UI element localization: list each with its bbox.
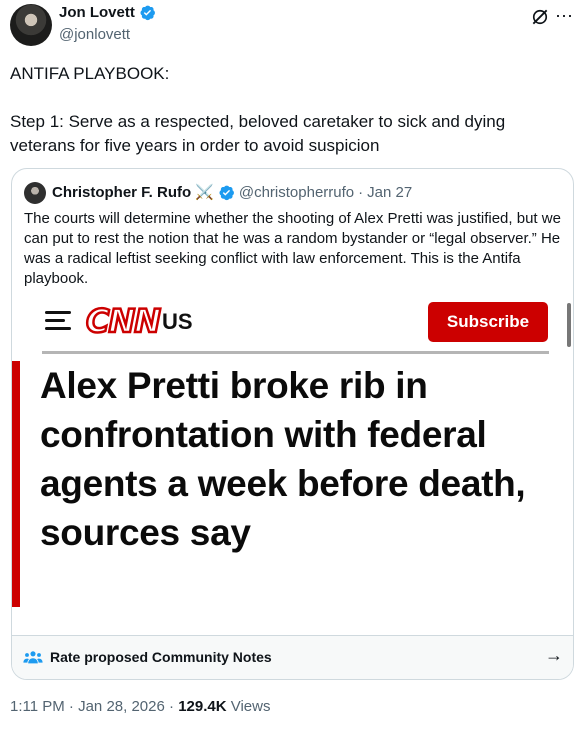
post-time[interactable]: 1:11 PM xyxy=(10,698,65,715)
verified-badge-icon xyxy=(140,5,155,21)
author-handle[interactable]: @jonlovett xyxy=(59,26,130,43)
post-date[interactable]: Jan 28, 2026 xyxy=(78,698,165,715)
grok-slash-icon[interactable] xyxy=(530,7,550,27)
views-label: Views xyxy=(230,698,271,715)
quoted-tweet[interactable]: Christopher F. Rufo ⚔️ @christopherrufo … xyxy=(11,168,574,680)
quoted-display-name[interactable]: Christopher F. Rufo xyxy=(52,184,191,201)
people-icon xyxy=(23,651,43,664)
verified-badge-icon xyxy=(219,185,234,200)
divider xyxy=(42,351,549,354)
edition-label: US xyxy=(162,309,193,334)
media-scrollbar xyxy=(567,303,571,347)
quoted-header: Christopher F. Rufo ⚔️ @christopherrufo … xyxy=(52,183,412,202)
hamburger-menu-icon xyxy=(45,311,71,331)
quoted-date[interactable]: Jan 27 xyxy=(367,184,412,201)
footer-dot: · xyxy=(169,698,175,715)
cnn-logo: CNN xyxy=(85,301,163,342)
article-headline: Alex Pretti broke rib in confrontation w… xyxy=(40,365,526,553)
views-count[interactable]: 129.4K xyxy=(178,698,226,715)
more-options-icon[interactable]: ⋯ xyxy=(555,6,574,27)
community-notes-bar[interactable]: Rate proposed Community Notes → xyxy=(12,635,573,679)
arrow-right-icon[interactable]: → xyxy=(545,645,563,666)
subscribe-button-image: Subscribe xyxy=(428,302,548,342)
author-avatar[interactable] xyxy=(10,4,52,46)
footer-dot: · xyxy=(68,698,74,715)
community-notes-label: Rate proposed Community Notes xyxy=(50,649,272,665)
tweet-footer: 1:11 PM · Jan 28, 2026 · 129.4K Views xyxy=(10,698,270,715)
author-display-name[interactable]: Jon Lovett xyxy=(59,4,135,21)
meta-separator: · xyxy=(358,183,364,201)
quoted-handle[interactable]: @christopherrufo xyxy=(239,184,354,201)
crossed-swords-emoji: ⚔️ xyxy=(195,184,214,201)
quoted-media-image[interactable]: CNN US Subscribe Alex Pretti broke rib i… xyxy=(12,297,573,635)
quoted-text: The courts will determine whether the sh… xyxy=(24,210,561,287)
author-name-row: Jon Lovett xyxy=(59,4,156,21)
quoted-avatar[interactable] xyxy=(24,182,46,204)
tweet-text: ANTIFA PLAYBOOK: Step 1: Serve as a resp… xyxy=(10,64,506,155)
accent-bar xyxy=(12,361,20,607)
